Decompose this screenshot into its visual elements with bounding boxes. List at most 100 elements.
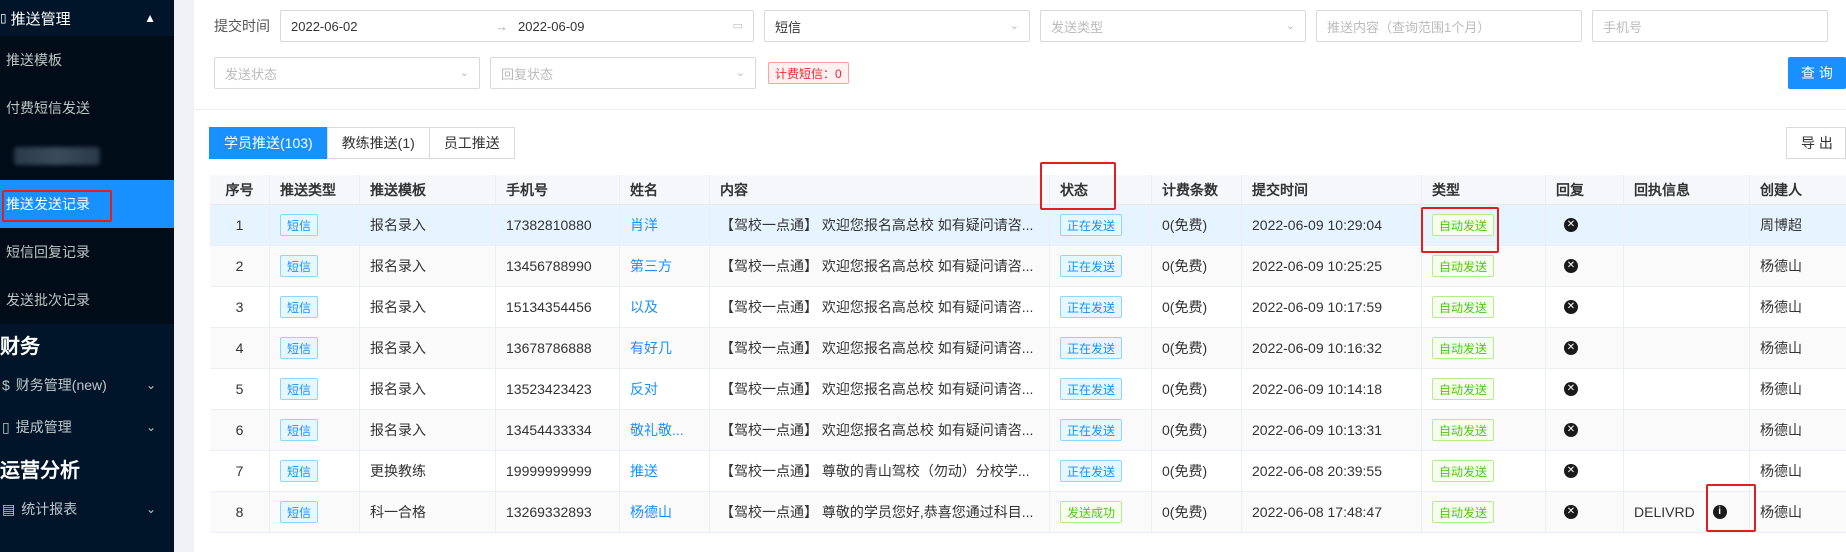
cell-template: 科一合格 [360, 492, 496, 532]
channel-select[interactable]: 短信 ⌄ [764, 10, 1030, 42]
phone-placeholder: 手机号 [1603, 19, 1643, 35]
cell-kind: 自动发送 [1422, 410, 1546, 450]
sidebar: ▯ 推送管理 ▲ 推送模板 付费短信发送 推送发送记录 短信回复记录 发送批次记录… [0, 0, 174, 552]
sidebar-menu-finance[interactable]: $ 财务管理(new) ⌄ [0, 364, 174, 406]
cell-name-link[interactable]: 推送 [620, 451, 710, 491]
chevron-down-icon: ⌄ [145, 378, 156, 392]
sidebar-menu-withdraw[interactable]: ▯ 提成管理 ⌄ [0, 406, 174, 448]
cell-name-link[interactable]: 有好几 [620, 328, 710, 368]
tab-staff-push[interactable]: 员工推送 [428, 127, 515, 159]
sidebar-item-push-template[interactable]: 推送模板 [0, 36, 174, 84]
cell-index: 1 [210, 205, 270, 245]
close-circle-icon[interactable]: ✕ [1564, 259, 1578, 273]
table-row[interactable]: 4 短信 报名录入 13678786888 有好几 【驾校一点通】 欢迎您报名高总校 如有… [210, 328, 1846, 369]
cell-fee: 0(免费) [1152, 451, 1242, 491]
cell-reply: ✕ [1546, 205, 1624, 245]
cell-template: 报名录入 [360, 205, 496, 245]
send-type-select[interactable]: 发送类型 ⌄ [1040, 10, 1306, 42]
reply-status-select[interactable]: 回复状态 ⌄ [490, 57, 756, 89]
close-circle-icon[interactable]: ✕ [1564, 464, 1578, 478]
cell-template: 报名录入 [360, 410, 496, 450]
cell-push-type: 短信 [270, 287, 360, 327]
push-type-tag: 短信 [280, 378, 319, 400]
sidebar-item-sms-replies[interactable]: 短信回复记录 [0, 228, 174, 276]
sidebar-item-push-records[interactable]: 推送发送记录 [0, 180, 174, 228]
sidebar-submenu: 推送模板 付费短信发送 推送发送记录 短信回复记录 发送批次记录 [0, 36, 174, 324]
status-tag: 正在发送 [1060, 419, 1123, 441]
blurred-label [14, 147, 100, 165]
cell-name-link[interactable]: 杨德山 [620, 492, 710, 532]
auto-send-tag: 自动发送 [1432, 419, 1495, 441]
cell-index: 6 [210, 410, 270, 450]
cell-creator: 杨德山 [1760, 422, 1802, 438]
sidebar-item-send-batches[interactable]: 发送批次记录 [0, 276, 174, 324]
close-circle-icon[interactable]: ✕ [1564, 218, 1578, 232]
query-button[interactable]: 查 询 [1788, 57, 1846, 89]
table-row[interactable]: 8 短信 科一合格 13269332893 杨德山 【驾校一点通】 尊敬的学员您好,恭喜您… [210, 492, 1846, 533]
table-row[interactable]: 2 短信 报名录入 13456788990 第三方 【驾校一点通】 欢迎您报名高总校 如有… [210, 246, 1846, 287]
billing-sms-tag: 计费短信：0 [768, 62, 849, 84]
table-row[interactable]: 3 短信 报名录入 15134354456 以及 【驾校一点通】 欢迎您报名高总校 如有疑… [210, 287, 1846, 328]
cell-phone: 17382810880 [496, 205, 620, 245]
chevron-down-icon: ⌄ [459, 67, 469, 79]
cell-creator: 杨德山 [1760, 463, 1802, 479]
sidebar-item-paid-sms[interactable]: 付费短信发送 [0, 84, 174, 132]
info-icon[interactable]: i [1712, 505, 1727, 519]
close-circle-icon[interactable]: ✕ [1564, 300, 1578, 314]
table-row[interactable]: 1 短信 报名录入 17382810880 肖洋 【驾校一点通】 欢迎您报名高总校 如有疑… [210, 205, 1846, 246]
tab-coach-push[interactable]: 教练推送(1) [326, 127, 430, 159]
push-type-tag: 短信 [280, 419, 319, 441]
table-row[interactable]: 5 短信 报名录入 13523423423 反对 【驾校一点通】 欢迎您报名高总校 如有疑… [210, 369, 1846, 410]
export-button[interactable]: 导 出 [1786, 127, 1846, 159]
cell-name-link[interactable]: 反对 [620, 369, 710, 409]
cell-receipt [1624, 410, 1750, 450]
calendar-icon: ▭ [732, 20, 743, 32]
content-input[interactable]: 推送内容（查询范围1个月） [1316, 10, 1582, 42]
cell-push-type: 短信 [270, 369, 360, 409]
date-range-picker[interactable]: 2022-06-02 → 2022-06-09 ▭ [280, 10, 754, 42]
sidebar-item-blurred[interactable] [0, 132, 174, 180]
cell-fee: 0(免费) [1152, 287, 1242, 327]
cell-submit-time: 2022-06-08 17:48:47 [1242, 492, 1422, 532]
channel-value: 短信 [775, 19, 802, 35]
cell-name-link[interactable]: 敬礼敬... [620, 410, 710, 450]
send-status-placeholder: 发送状态 [225, 66, 278, 82]
send-status-select[interactable]: 发送状态 ⌄ [214, 57, 480, 89]
cell-receipt [1624, 205, 1750, 245]
table-body: 1 短信 报名录入 17382810880 肖洋 【驾校一点通】 欢迎您报名高总校 如有疑… [210, 205, 1846, 533]
table-row[interactable]: 7 短信 更换教练 19999999999 推送 【驾校一点通】 尊敬的青山驾校（勿动）分… [210, 451, 1846, 492]
cell-name-link[interactable]: 肖洋 [620, 205, 710, 245]
close-circle-icon[interactable]: ✕ [1564, 341, 1578, 355]
send-type-placeholder: 发送类型 [1051, 19, 1104, 35]
close-circle-icon[interactable]: ✕ [1564, 423, 1578, 437]
status-tag: 正在发送 [1060, 296, 1123, 318]
sidebar-group-push-management[interactable]: ▯ 推送管理 ▲ [0, 0, 174, 36]
cell-creator: 杨德山 [1760, 381, 1802, 397]
cell-name-link[interactable]: 第三方 [620, 246, 710, 286]
push-type-tag: 短信 [280, 501, 319, 523]
cell-status: 发送成功 [1050, 492, 1152, 532]
reply-status-placeholder: 回复状态 [501, 66, 554, 82]
cell-status: 正在发送 [1050, 328, 1152, 368]
push-type-tag: 短信 [280, 296, 319, 318]
header-cell: 手机号 [496, 175, 620, 204]
cell-content: 【驾校一点通】 欢迎您报名高总校 如有疑问请咨... [710, 205, 1050, 245]
cell-kind: 自动发送 [1422, 287, 1546, 327]
cell-phone: 13678786888 [496, 328, 620, 368]
cell-status: 正在发送 [1050, 369, 1152, 409]
sidebar-menu-stats[interactable]: ▤ 统计报表 ⌄ [0, 488, 174, 530]
tab-student-push[interactable]: 学员推送(103) [209, 127, 328, 159]
cell-creator: 杨德山 [1760, 340, 1802, 356]
close-circle-icon[interactable]: ✕ [1564, 382, 1578, 396]
cell-name-link[interactable]: 以及 [620, 287, 710, 327]
cell-status: 正在发送 [1050, 451, 1152, 491]
header-cell: 推送模板 [360, 175, 496, 204]
auto-send-tag: 自动发送 [1432, 501, 1495, 523]
phone-input[interactable]: 手机号 [1592, 10, 1828, 42]
cell-receipt: DELIVRD i [1624, 492, 1750, 532]
table-row[interactable]: 6 短信 报名录入 13454433334 敬礼敬... 【驾校一点通】 欢迎您报名高总校… [210, 410, 1846, 451]
table-header: 序号 推送类型 推送模板 手机号 姓名 内容 状态 计费条数 提交时间 类型 回… [210, 175, 1846, 205]
close-circle-icon[interactable]: ✕ [1564, 505, 1578, 519]
sidebar-group-title: 推送管理 [10, 10, 71, 28]
cell-receipt [1624, 287, 1750, 327]
